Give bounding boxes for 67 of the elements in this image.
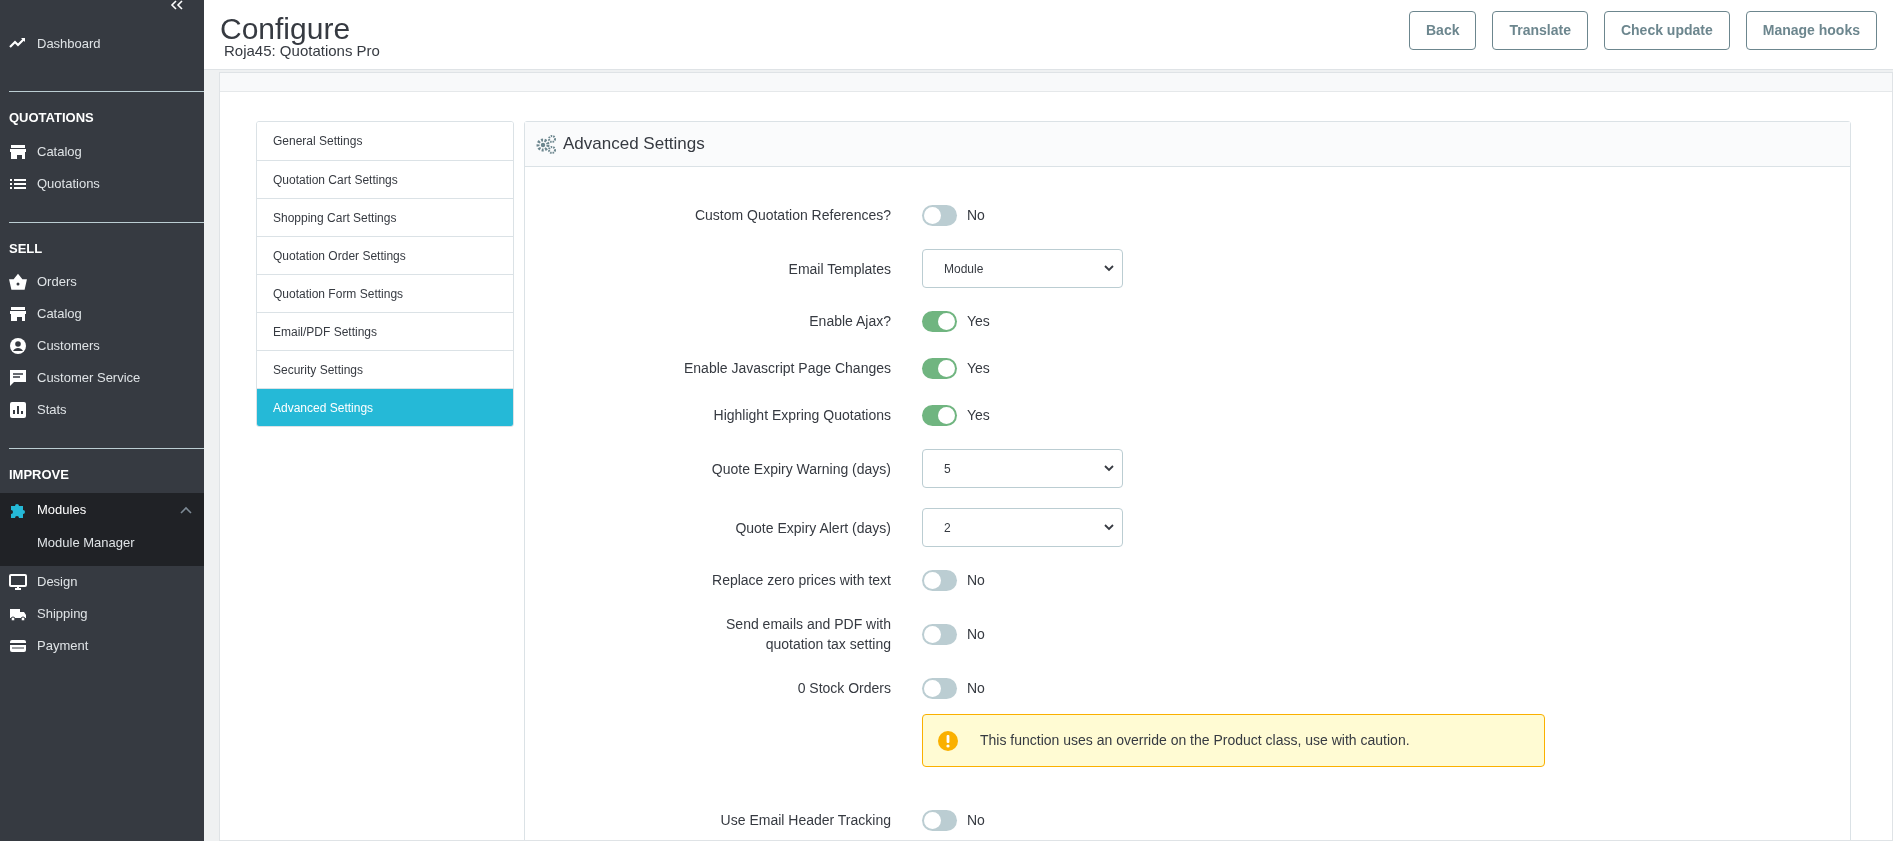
sidebar-item[interactable]: Dashboard	[0, 28, 204, 60]
caret-icon	[1104, 265, 1114, 272]
toggle-state: No	[967, 678, 985, 698]
chart-icon	[9, 401, 27, 419]
panel-title: Advanced Settings	[563, 133, 705, 156]
section-heading: IMPROVE	[9, 466, 69, 484]
sidebar-item[interactable]: Stats	[9, 394, 204, 426]
store-icon	[9, 142, 27, 161]
sidebar-item[interactable]: Shipping	[9, 597, 204, 630]
toggle-switch[interactable]	[922, 569, 957, 591]
sidebar-item[interactable]: Design	[9, 565, 204, 598]
header-button[interactable]: Translate	[1492, 11, 1588, 50]
toggle-state: No	[967, 810, 985, 830]
sidebar-item[interactable]: Customer Service	[9, 362, 204, 394]
field-label: Highlight Expring Quotations	[713, 406, 891, 425]
gears-icon	[535, 134, 557, 154]
toggle-state: No	[967, 570, 985, 590]
field-label: Email Templates	[788, 259, 891, 279]
header-button[interactable]: Manage hooks	[1745, 11, 1877, 50]
submenu-item[interactable]: Module Manager	[37, 527, 135, 558]
select-field[interactable]: Module	[922, 249, 1123, 288]
field-label: Custom Quotation References?	[694, 206, 891, 225]
select-field[interactable]: 2	[922, 508, 1123, 547]
toggle-switch[interactable]	[922, 623, 957, 645]
sidebar-item[interactable]: Payment	[9, 629, 204, 662]
field-label: Quote Expiry Alert (days)	[735, 518, 891, 538]
basket-icon	[9, 273, 27, 291]
field-label: Quote Expiry Warning (days)	[711, 459, 891, 479]
sidebar-item[interactable]: Modules	[9, 492, 204, 528]
sidebar-item[interactable]: Customers	[9, 330, 204, 362]
sidebar-item[interactable]: Quotations	[9, 167, 204, 200]
collapse-icon[interactable]	[170, 0, 184, 10]
sidebar-item[interactable]: Catalog	[9, 298, 204, 330]
field-label: Enable Javascript Page Changes	[683, 359, 891, 378]
toggle-state: No	[967, 205, 985, 225]
toggle-state: Yes	[967, 358, 990, 378]
toggle-state: No	[967, 624, 985, 644]
toggle-switch[interactable]	[922, 204, 957, 226]
page-title: Configure	[220, 14, 352, 44]
warning-icon	[938, 730, 958, 751]
field-label: Enable Ajax?	[809, 312, 891, 331]
toggle-switch[interactable]	[922, 404, 957, 426]
toggle-state: Yes	[967, 311, 990, 331]
sidebar-item[interactable]: Orders	[9, 266, 204, 298]
monitor-icon	[9, 572, 27, 591]
section-heading: SELL	[9, 239, 43, 258]
toggle-switch[interactable]	[922, 357, 957, 379]
field-label: Use Email Header Tracking	[720, 811, 891, 830]
puzzle-icon	[9, 501, 27, 519]
toggle-switch[interactable]	[922, 809, 957, 831]
toggle-state: Yes	[967, 405, 990, 425]
select-field[interactable]: 5	[922, 449, 1123, 488]
toggle-switch[interactable]	[922, 677, 957, 699]
chat-icon	[9, 369, 27, 387]
section-heading: QUOTATIONS	[9, 109, 94, 127]
caret-icon	[1104, 524, 1114, 531]
field-label: 0 Stock Orders	[797, 679, 891, 698]
field-label: Replace zero prices with text	[712, 571, 891, 590]
header-button[interactable]: Check update	[1603, 11, 1730, 50]
toggle-switch[interactable]	[922, 310, 957, 332]
sidebar-item[interactable]: Catalog	[9, 135, 204, 168]
user-circle-icon	[9, 337, 27, 355]
header-button[interactable]: Back	[1409, 11, 1477, 50]
field-label: Send emails and PDF with quotation tax setting	[725, 615, 891, 654]
store-icon	[9, 305, 27, 323]
alert-message: This function uses an override on the Product class, use with caution.	[980, 731, 1410, 750]
caret-icon	[1104, 465, 1114, 472]
